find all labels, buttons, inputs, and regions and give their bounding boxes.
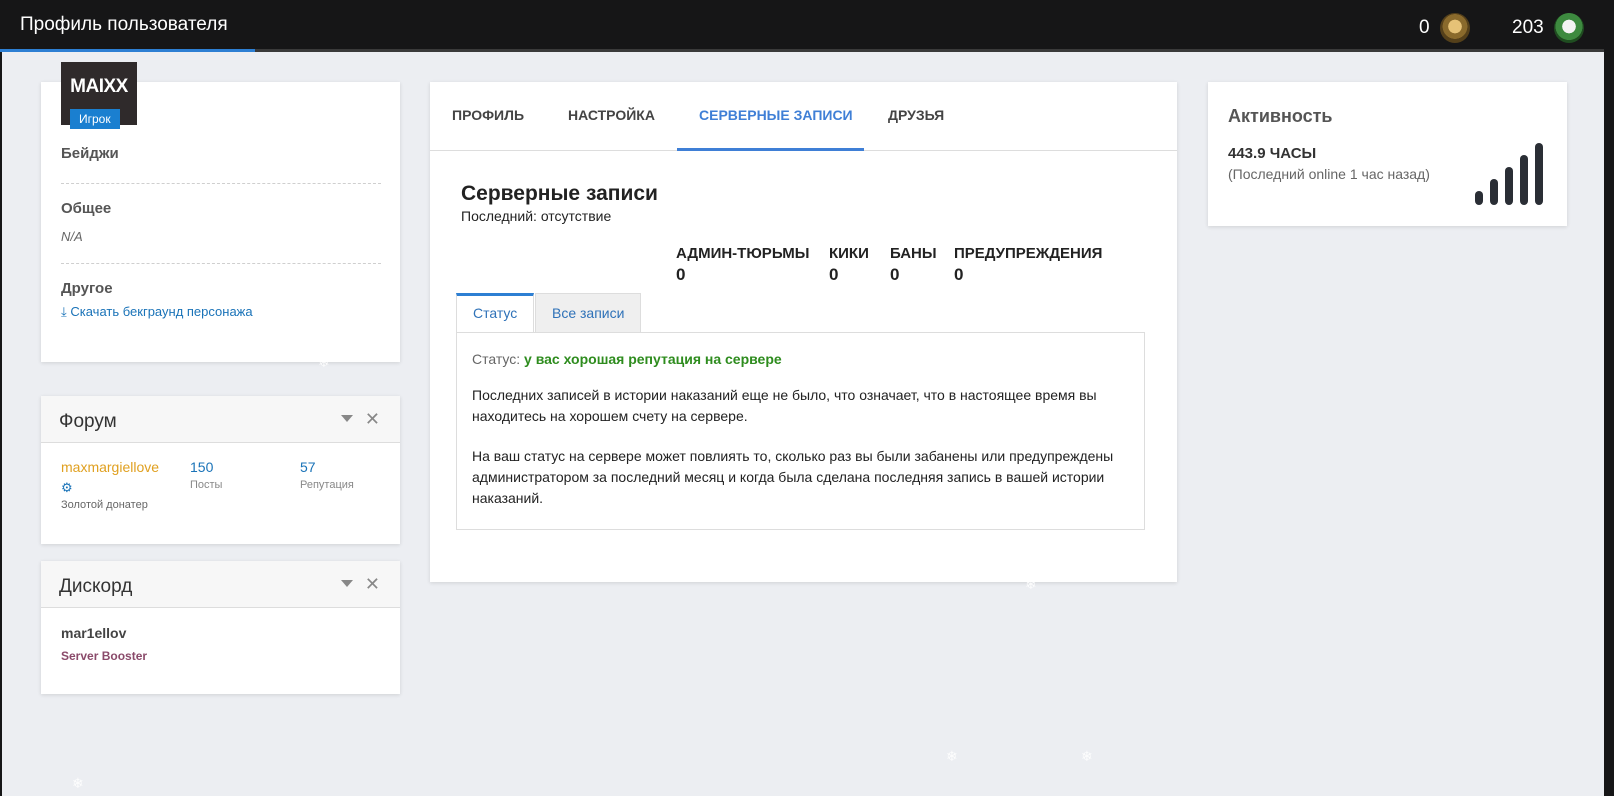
gear-icon: ⚙: [61, 480, 73, 495]
tab-server-records[interactable]: СЕРВЕРНЫЕ ЗАПИСИ: [699, 107, 853, 123]
panda-currency-icon: [1553, 13, 1584, 43]
stat-label: БАНЫ: [890, 245, 937, 262]
general-label: Общее: [61, 200, 112, 217]
signal-bars-icon: [1475, 142, 1545, 205]
stat-value: 0: [954, 265, 964, 284]
coin-b-value: 203: [1512, 17, 1544, 38]
records-title: Серверные записи: [461, 182, 658, 205]
status-panel: Статус: у вас хорошая репутация на серве…: [456, 332, 1145, 530]
collapse-caret-icon[interactable]: [341, 580, 353, 587]
window-edge-left: [0, 52, 2, 796]
player-name: MAIXX: [70, 76, 128, 97]
top-bar: Профиль пользователя 0 203: [0, 0, 1614, 52]
activity-hours: 443.9 ЧАСЫ: [1228, 145, 1317, 162]
profile-card: MAIXX Игрок Бейджи Общее N/A Другое ⤓ Ск…: [41, 62, 400, 362]
download-link-label: Скачать бекграунд персонажа: [70, 304, 253, 319]
page-progress-bar: [0, 49, 1614, 52]
records-subtitle: Последний: отсутствие: [461, 208, 612, 224]
activity-last-online: (Последний online 1 час назад): [1228, 166, 1430, 182]
status-paragraph-2: На ваш статус на сервере может повлиять …: [472, 448, 1114, 506]
other-label: Другое: [61, 280, 113, 297]
snowflake-icon: ❄: [72, 775, 84, 791]
discord-role: Server Booster: [61, 649, 148, 663]
divider: [61, 183, 381, 184]
stat-kicks: КИКИ 0: [829, 245, 869, 285]
forum-rank: Золотой донатер: [61, 499, 148, 511]
stat-value: 0: [829, 265, 839, 284]
divider: [61, 263, 381, 264]
forum-widget: Форум ✕ maxmargiellove ⚙ Золотой донатер…: [41, 396, 400, 544]
coin-a-value: 0: [1419, 17, 1430, 38]
reputation-label: Репутация: [300, 479, 354, 491]
stat-warnings: ПРЕДУПРЕЖДЕНИЯ 0: [954, 245, 1102, 285]
active-tab-indicator: [677, 148, 864, 151]
subtab-all-records[interactable]: Все записи: [535, 293, 642, 332]
tab-profile[interactable]: ПРОФИЛЬ: [452, 107, 524, 123]
download-background-link[interactable]: ⤓ Скачать бекграунд персонажа: [61, 304, 253, 320]
posts-value: 150: [190, 459, 214, 475]
coin-counter-a[interactable]: 0: [1419, 13, 1470, 43]
subtab-status[interactable]: Статус: [456, 293, 535, 332]
window-edge: [1604, 0, 1614, 796]
close-icon[interactable]: ✕: [365, 574, 380, 595]
download-icon: ⤓: [61, 304, 67, 319]
snowflake-icon: ❄: [1081, 748, 1093, 764]
widget-header: Форум ✕: [41, 396, 400, 443]
stat-label: ПРЕДУПРЕЖДЕНИЯ: [954, 245, 1103, 262]
status-value: у вас хорошая репутация на сервере: [524, 351, 782, 367]
discord-widget: Дискорд ✕ mar1ellov Server Booster: [41, 561, 400, 694]
activity-title: Активность: [1228, 106, 1333, 126]
status-prefix: Статус:: [472, 351, 521, 367]
tab-settings[interactable]: НАСТРОЙКА: [568, 107, 655, 123]
forum-title: Форум: [59, 411, 117, 432]
stat-value: 0: [676, 265, 686, 284]
role-badge: Игрок: [70, 109, 120, 129]
stat-label: АДМИН-ТЮРЬМЫ: [676, 245, 810, 262]
coin-counter-b[interactable]: 203: [1512, 13, 1584, 43]
stat-label: КИКИ: [829, 245, 869, 262]
page-title: Профиль пользователя: [20, 14, 228, 35]
forum-username[interactable]: maxmargiellove: [61, 459, 159, 475]
close-icon[interactable]: ✕: [365, 409, 380, 430]
activity-card: Активность 443.9 ЧАСЫ (Последний online …: [1208, 82, 1567, 226]
stat-value: 0: [890, 265, 900, 284]
snowflake-icon: ❄: [946, 748, 958, 764]
general-value: N/A: [61, 229, 83, 244]
main-panel: ПРОФИЛЬ НАСТРОЙКА СЕРВЕРНЫЕ ЗАПИСИ ДРУЗЬ…: [430, 82, 1177, 582]
discord-username: mar1ellov: [61, 625, 127, 641]
snowflake-icon: ❄: [1025, 576, 1037, 592]
snowflake-icon: ❄: [318, 354, 330, 370]
status-paragraph-1: Последних записей в истории наказаний ещ…: [472, 387, 1097, 424]
profile-tabs: ПРОФИЛЬ НАСТРОЙКА СЕРВЕРНЫЕ ЗАПИСИ ДРУЗЬ…: [430, 82, 1177, 151]
posts-label: Посты: [190, 479, 223, 491]
reputation-value: 57: [300, 459, 316, 475]
collapse-caret-icon[interactable]: [341, 415, 353, 422]
badges-label: Бейджи: [61, 145, 119, 162]
page-progress-fill: [0, 49, 255, 52]
tab-friends[interactable]: ДРУЗЬЯ: [888, 107, 944, 123]
rank-medal-icon: [1439, 13, 1470, 43]
widget-header: Дискорд ✕: [41, 561, 400, 608]
stat-admin-jail: АДМИН-ТЮРЬМЫ 0: [676, 245, 809, 285]
status-line: Статус: у вас хорошая репутация на серве…: [472, 351, 782, 367]
discord-title: Дискорд: [59, 576, 133, 597]
stat-bans: БАНЫ 0: [890, 245, 937, 285]
